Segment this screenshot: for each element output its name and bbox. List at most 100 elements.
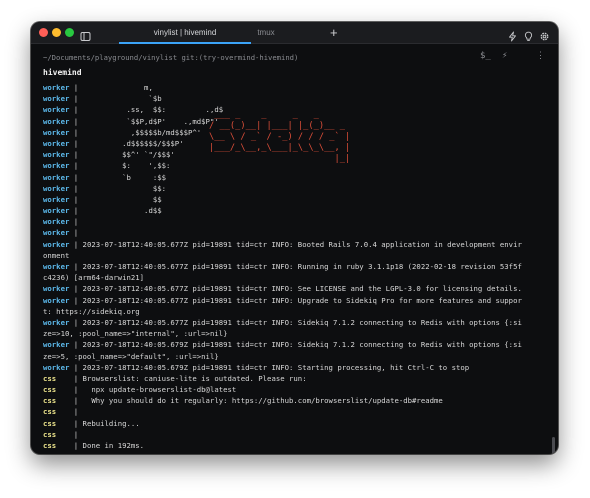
shell-prompt-icon[interactable]: $_ [480,51,491,61]
process-name: worker [43,317,70,327]
log-line: worker | $$ [43,194,549,205]
log-message: 2023-07-18T12:40:05.679Z pid=19891 tid=c… [82,362,470,372]
title-bar: vinylist | hivemind tmux + [31,22,558,44]
process-name: worker [43,150,70,160]
process-separator: | [69,340,83,350]
log-message: 2023-07-18T12:40:05.677Z pid=19891 tid=c… [82,284,522,294]
command-bolt-icon[interactable]: ⚡ [502,51,507,61]
working-directory-path: ~/Documents/playground/vinylist git:(try… [43,53,299,62]
more-options-icon[interactable]: ⋮ [536,51,545,61]
process-separator: | [69,317,83,327]
lightning-icon[interactable] [507,27,518,42]
log-message: .ss, $$: .,d$ [82,105,224,115]
process-separator: | [69,239,83,249]
log-line: worker | [43,227,549,238]
tab-tmux[interactable]: tmux [200,22,332,44]
log-line: worker | $$: [43,183,549,194]
process-separator: | [69,262,83,271]
sidebar-icon[interactable] [80,27,91,41]
process-separator: | [69,295,83,305]
log-message: Rebuilding... [82,418,140,428]
process-separator: | [69,362,83,372]
log-line: onment [43,250,549,261]
log-line: worker | `$b [43,93,549,104]
log-message: ,$$$$$b/md$$$P^' [82,127,202,137]
process-name: css [43,396,57,406]
process-name: worker [43,262,70,271]
process-name: worker [43,105,70,115]
log-line: worker | `b :$$ [43,172,549,183]
log-message: ze=>5, :pool_name=>"default", :url=>nil} [43,351,219,361]
process-name: worker [43,340,70,350]
process-name: worker [43,217,70,227]
log-line: worker | m, [43,82,549,93]
log-line: ze=>10, :pool_name=>"internal", :url=>ni… [43,328,549,339]
close-window-button[interactable] [39,28,48,37]
log-message: `$b [82,94,162,104]
log-message: $: ',$$: [82,161,171,171]
process-name: worker [43,172,70,182]
log-message: 2023-07-18T12:40:05.677Z pid=19891 tid=c… [82,262,522,271]
process-separator: | [69,228,83,238]
log-message: c4236) [arm64-darwin21] [43,273,145,283]
process-separator: | [56,373,83,383]
process-name: css [43,418,57,428]
process-separator: | [56,429,83,439]
minimize-window-button[interactable] [52,28,61,37]
new-tab-button[interactable]: + [330,25,338,41]
log-message: Browserslist: caniuse-lite is outdated. … [82,373,307,383]
process-separator: | [56,418,83,428]
process-separator: | [69,284,83,294]
log-message: Why you should do it regularly: https://… [82,396,443,406]
log-message: $$ [82,194,162,204]
process-separator: | [56,407,83,417]
log-message: $$: [82,183,167,193]
log-line: t: https://sidekiq.org [43,306,549,317]
log-line: css | Rebuilding... [43,418,549,429]
log-message: `b :$$ [82,172,167,182]
process-separator: | [69,150,83,160]
log-line: c4236) [arm64-darwin21] [43,272,549,283]
log-message: Done in 192ms. [82,441,145,450]
log-line: worker | 2023-07-18T12:40:05.677Z pid=19… [43,239,549,250]
process-name: css [43,429,57,439]
log-line: worker | 2023-07-18T12:40:05.677Z pid=19… [43,261,549,272]
zoom-window-button[interactable] [65,28,74,37]
log-message: m, [82,83,153,92]
process-separator: | [69,217,83,227]
lightbulb-icon[interactable] [523,27,534,42]
process-separator: | [69,116,83,126]
log-message: .d$$ [82,206,162,216]
process-name: css [43,441,57,450]
process-separator: | [69,83,83,92]
process-name: worker [43,138,70,148]
log-message: 2023-07-18T12:40:05.677Z pid=19891 tid=c… [82,317,522,327]
process-separator: | [69,161,83,171]
process-name: worker [43,362,70,372]
log-line: worker | 2023-07-18T12:40:05.679Z pid=19… [43,339,549,350]
log-line: worker | 2023-07-18T12:40:05.677Z pid=19… [43,295,549,306]
process-separator: | [69,172,83,182]
log-line: css | npx update-browserslist-db@latest [43,384,549,395]
log-line: css | Why you should do it regularly: ht… [43,395,549,406]
log-line: worker | .d$$ [43,205,549,216]
log-line: ze=>5, :pool_name=>"default", :url=>nil} [43,351,549,362]
process-name: css [43,385,57,395]
process-separator: | [56,396,83,406]
log-line: worker | 2023-07-18T12:40:05.677Z pid=19… [43,317,549,328]
process-name: worker [43,127,70,137]
log-line: css | Done in 192ms. [43,440,549,451]
scrollbar[interactable] [552,437,555,454]
process-name: worker [43,228,70,238]
process-name: worker [43,83,70,92]
terminal-window: vinylist | hivemind tmux + ~/Documents/p… [31,22,558,454]
log-line: css | Browserslist: caniuse-lite is outd… [43,373,549,384]
log-line: worker | 2023-07-18T12:40:05.679Z pid=19… [43,362,549,373]
process-name: worker [43,194,70,204]
log-message: onment [43,250,70,260]
process-separator: | [69,194,83,204]
gear-icon[interactable] [539,27,550,41]
process-separator: | [69,94,83,104]
tab-label: tmux [257,28,275,37]
process-name: worker [43,94,70,104]
